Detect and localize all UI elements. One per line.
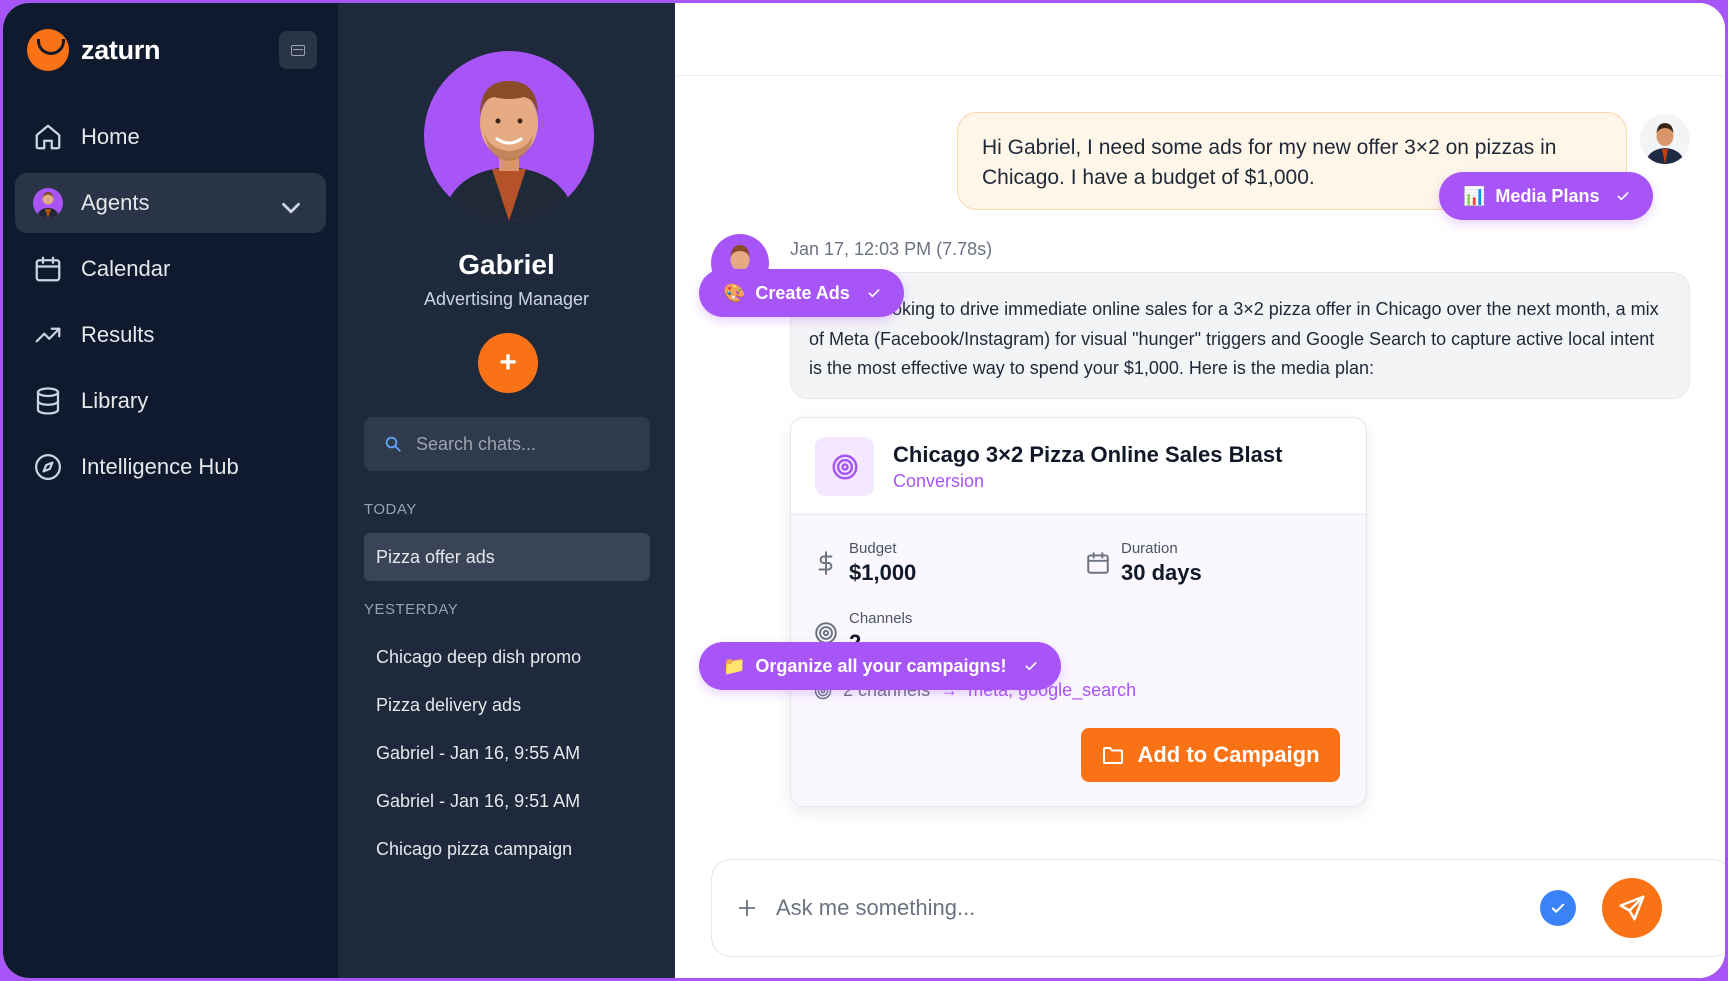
- verified-check-icon[interactable]: [1540, 890, 1576, 926]
- add-to-campaign-button[interactable]: Add to Campaign: [1081, 728, 1340, 782]
- brand-name: zaturn: [81, 34, 161, 65]
- nav-item-label: Intelligence Hub: [81, 454, 239, 479]
- agent-avatar-icon: [33, 188, 63, 218]
- message-input[interactable]: [776, 895, 1536, 921]
- nav-item-label: Agents: [81, 190, 150, 215]
- send-icon: [1619, 895, 1645, 921]
- nav-item-intelligence-hub[interactable]: Intelligence Hub: [15, 437, 326, 497]
- calendar-icon: [35, 256, 61, 282]
- zaturn-logo-icon: [27, 29, 69, 71]
- nav-item-calendar[interactable]: Calendar: [15, 239, 326, 299]
- message-composer: [711, 859, 1725, 957]
- agent-panel: Gabriel Advertising Manager + TODAY Pizz…: [338, 3, 675, 978]
- duration-value: 30 days: [1121, 560, 1202, 585]
- folder-icon: 📁: [723, 655, 746, 676]
- nav-item-library[interactable]: Library: [15, 371, 326, 431]
- nav-item-agents[interactable]: Agents: [15, 173, 326, 233]
- home-icon: [35, 124, 61, 150]
- agent-role: Advertising Manager: [423, 289, 590, 309]
- dollar-icon: [818, 551, 833, 575]
- check-icon: [1025, 662, 1036, 671]
- agent-message-text: re looking to drive immediate online sal…: [809, 299, 1659, 378]
- budget-label: Budget: [849, 540, 897, 557]
- agent-name: Gabriel: [458, 249, 555, 280]
- folder-icon: [1103, 747, 1124, 764]
- chat-search-input[interactable]: [416, 433, 636, 455]
- agent-avatar: [424, 51, 594, 221]
- main-sidebar: zaturn Home Agents Calendar Results Libr…: [3, 3, 338, 978]
- nav-item-results[interactable]: Results: [15, 305, 326, 365]
- check-icon: [1618, 192, 1629, 201]
- database-icon: [36, 387, 60, 415]
- chat-item[interactable]: Pizza offer ads: [364, 533, 650, 581]
- section-label-today: TODAY: [364, 501, 417, 518]
- check-icon: [868, 289, 880, 298]
- add-to-campaign-label: Add to Campaign: [1137, 742, 1320, 767]
- target-icon: [815, 437, 874, 496]
- media-plan-card: Chicago 3×2 Pizza Online Sales Blast Con…: [790, 417, 1367, 807]
- chat-item[interactable]: Gabriel - Jan 16, 9:51 AM: [364, 777, 650, 825]
- new-chat-button[interactable]: +: [478, 333, 538, 393]
- media-plan-title: Chicago 3×2 Pizza Online Sales Blast: [893, 442, 1283, 467]
- nav-item-label: Home: [81, 124, 140, 149]
- chat-area: Hi Gabriel, I need some ads for my new o…: [675, 3, 1725, 978]
- chart-icon: 📊: [1463, 185, 1486, 206]
- message-timestamp: Jan 17, 12:03 PM (7.78s): [790, 239, 993, 259]
- duration-label: Duration: [1121, 540, 1178, 557]
- pill-label: Media Plans: [1495, 185, 1600, 206]
- send-button[interactable]: [1602, 878, 1662, 938]
- chat-search[interactable]: [364, 417, 650, 471]
- app-window: zaturn Home Agents Calendar Results Libr…: [3, 3, 1725, 978]
- chat-item[interactable]: Chicago deep dish promo: [364, 633, 650, 681]
- nav-item-label: Calendar: [81, 256, 171, 281]
- nav-list: Home Agents Calendar Results Library Int…: [15, 107, 326, 503]
- brand[interactable]: zaturn: [27, 29, 161, 71]
- media-plans-pill[interactable]: 📊 Media Plans: [1439, 172, 1654, 220]
- calendar-icon: [1087, 552, 1109, 574]
- nav-item-label: Results: [81, 322, 155, 347]
- palette-icon: 🎨: [723, 282, 746, 303]
- agent-message: re looking to drive immediate online sal…: [790, 272, 1690, 399]
- media-plan-header: Chicago 3×2 Pizza Online Sales Blast Con…: [791, 418, 1366, 515]
- nav-item-label: Library: [81, 388, 149, 413]
- create-ads-pill[interactable]: 🎨 Create Ads: [699, 269, 904, 317]
- user-avatar: [1640, 114, 1690, 164]
- pill-label: Create Ads: [755, 282, 850, 303]
- search-icon: [385, 436, 401, 452]
- trending-up-icon: [35, 327, 61, 343]
- chat-item[interactable]: Chicago pizza campaign: [364, 825, 650, 873]
- organize-campaigns-pill[interactable]: 📁 Organize all your campaigns!: [699, 642, 1061, 690]
- collapse-sidebar-button[interactable]: [279, 31, 317, 69]
- pill-label: Organize all your campaigns!: [755, 655, 1007, 676]
- channels-label: Channels: [849, 610, 913, 627]
- budget-value: $1,000: [849, 560, 917, 585]
- compass-icon: [35, 454, 61, 480]
- sidebar-toggle-icon: [291, 44, 305, 56]
- chevron-down-icon[interactable]: [276, 193, 306, 223]
- chat-header: [675, 3, 1725, 76]
- section-label-yesterday: YESTERDAY: [364, 601, 459, 618]
- nav-item-home[interactable]: Home: [15, 107, 326, 167]
- plus-icon[interactable]: [736, 897, 758, 919]
- chat-item[interactable]: Pizza delivery ads: [364, 681, 650, 729]
- media-plan-objective: Conversion: [893, 471, 985, 491]
- chat-item[interactable]: Gabriel - Jan 16, 9:55 AM: [364, 729, 650, 777]
